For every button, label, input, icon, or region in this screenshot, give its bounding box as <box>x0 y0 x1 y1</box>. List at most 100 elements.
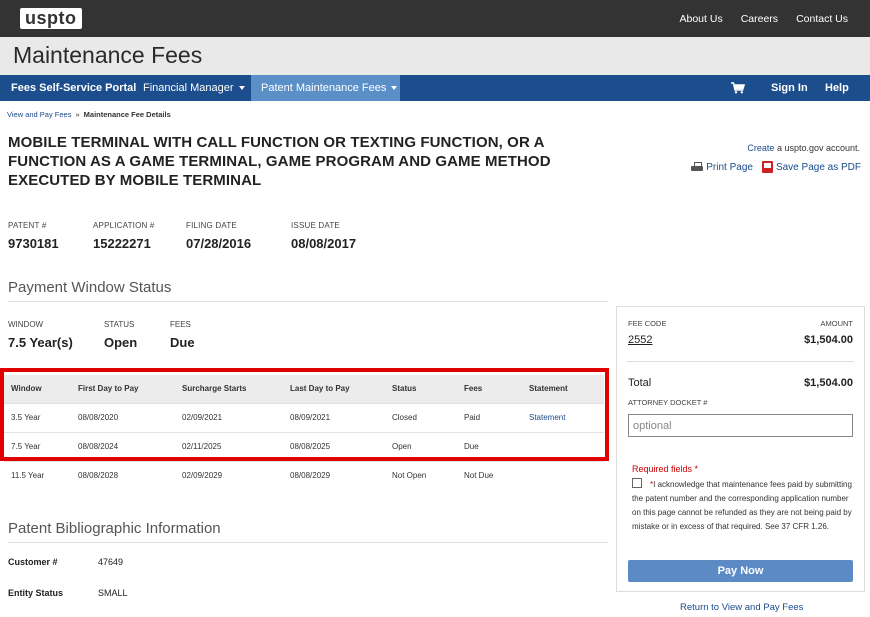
application-number-field: APPLICATION # 15222271 <box>93 221 155 251</box>
contact-us-link[interactable]: Contact Us <box>796 13 848 25</box>
table-cell: 11.5 Year <box>4 460 74 490</box>
table-cell: Paid <box>460 402 525 432</box>
table-cell: Open <box>388 431 460 461</box>
careers-link[interactable]: Careers <box>741 13 778 25</box>
biblio-heading: Patent Bibliographic Information <box>8 520 221 537</box>
required-fields-note: Required fields * <box>632 464 699 474</box>
table-header-row: Window First Day to Pay Surcharge Starts… <box>4 375 604 403</box>
table-cell: 08/08/2025 <box>286 431 388 461</box>
customer-number-label: Customer # <box>8 557 58 567</box>
nav-patent-maintenance-fees[interactable]: Patent Maintenance Fees <box>251 75 400 101</box>
table-cell: 08/08/2028 <box>74 460 178 490</box>
field-label: APPLICATION # <box>93 221 155 230</box>
table-cell: 02/09/2021 <box>178 402 286 432</box>
acknowledge-checkbox[interactable] <box>632 478 642 488</box>
payment-window-table: Window First Day to Pay Surcharge Starts… <box>4 375 604 490</box>
column-header: First Day to Pay <box>74 375 178 403</box>
print-page-link[interactable]: Print Page <box>691 161 753 173</box>
divider <box>8 542 608 543</box>
return-view-pay-fees-link[interactable]: Return to View and Pay Fees <box>680 602 803 613</box>
issue-date-value: 08/08/2017 <box>291 236 357 251</box>
uspto-logo[interactable]: uspto <box>20 8 82 29</box>
amount-label: AMOUNT <box>820 319 854 328</box>
nav-financial-manager[interactable]: Financial Manager <box>143 75 245 101</box>
create-account-link[interactable]: Create <box>747 143 774 153</box>
field-label: PATENT # <box>8 221 47 230</box>
chevron-down-icon <box>391 86 398 91</box>
patent-number-field: PATENT # 9730181 <box>8 221 59 251</box>
printer-icon <box>691 161 704 173</box>
table-row: 7.5 Year 08/08/2024 02/11/2025 08/08/202… <box>4 431 604 461</box>
statement-link[interactable]: Statement <box>529 413 565 422</box>
save-pdf-link[interactable]: Save Page as PDF <box>761 161 861 173</box>
payment-panel: FEE CODE AMOUNT 2552 $1,504.00 Total $1,… <box>616 306 865 592</box>
fees-value: Due <box>170 335 195 350</box>
issue-date-field: ISSUE DATE 08/08/2017 <box>291 221 356 251</box>
table-cell: 02/11/2025 <box>178 431 286 461</box>
table-cell: Statement <box>525 402 604 432</box>
table-cell: 08/08/2020 <box>74 402 178 432</box>
top-bar: uspto About Us Careers Contact Us <box>0 0 870 37</box>
table-cell: Due <box>460 431 525 461</box>
acknowledgement-body: I acknowledge that maintenance fees paid… <box>632 480 852 531</box>
table-cell: Closed <box>388 402 460 432</box>
breadcrumb-current: Maintenance Fee Details <box>83 110 171 119</box>
table-cell: 3.5 Year <box>4 402 74 432</box>
application-number-value: 15222271 <box>93 236 151 251</box>
pdf-icon <box>761 161 773 173</box>
field-label: FILING DATE <box>186 221 237 230</box>
shopping-cart-icon <box>731 82 746 94</box>
attorney-docket-label: ATTORNEY DOCKET # <box>628 398 708 407</box>
table-cell: 08/08/2024 <box>74 431 178 461</box>
table-cell: 02/09/2029 <box>178 460 286 490</box>
entity-status-row: Entity Status SMALL <box>8 588 128 598</box>
create-account-suffix: a uspto.gov account. <box>776 143 860 153</box>
save-pdf-label: Save Page as PDF <box>775 161 861 173</box>
customer-number-value: 47649 <box>98 557 124 567</box>
about-us-link[interactable]: About Us <box>680 13 723 25</box>
divider <box>627 361 854 362</box>
summary-label: WINDOW <box>8 320 44 329</box>
column-header: Fees <box>460 375 525 403</box>
summary-label: FEES <box>170 320 191 329</box>
total-amount: $1,504.00 <box>804 377 853 389</box>
window-summary: WINDOW 7.5 Year(s) <box>8 320 73 350</box>
customer-number-row: Customer # 47649 <box>8 557 123 567</box>
breadcrumb-separator: » <box>75 110 80 119</box>
table-cell <box>525 431 604 461</box>
chevron-down-icon <box>238 86 245 91</box>
fees-summary: FEES Due <box>170 320 195 350</box>
document-links: Print Page Save Page as PDF <box>691 161 861 173</box>
column-header: Statement <box>525 375 604 403</box>
column-header: Status <box>388 375 460 403</box>
breadcrumb: View and Pay Fees » Maintenance Fee Detail… <box>7 110 171 119</box>
summary-label: STATUS <box>104 320 135 329</box>
fee-code-label: FEE CODE <box>628 319 667 328</box>
patent-title: MOBILE TERMINAL WITH CALL FUNCTION OR TE… <box>8 134 551 190</box>
window-value: 7.5 Year(s) <box>8 335 73 350</box>
attorney-docket-input[interactable] <box>628 414 853 437</box>
sign-in-link[interactable]: Sign In <box>771 75 808 101</box>
table-cell: Not Open <box>388 460 460 490</box>
pay-now-button[interactable]: Pay Now <box>628 560 853 582</box>
print-page-label: Print Page <box>706 161 753 173</box>
entity-status-value: SMALL <box>98 588 128 598</box>
fee-code-link[interactable]: 2552 <box>628 334 652 346</box>
entity-status-label: Entity Status <box>8 588 64 598</box>
patent-number-value: 9730181 <box>8 236 59 251</box>
nav-fees-portal[interactable]: Fees Self-Service Portal <box>11 75 136 101</box>
total-label: Total <box>628 377 652 389</box>
column-header: Window <box>4 375 74 403</box>
table-cell <box>525 460 604 490</box>
help-link[interactable]: Help <box>825 75 849 101</box>
table-cell: 08/08/2029 <box>286 460 388 490</box>
filing-date-field: FILING DATE 07/28/2016 <box>186 221 251 251</box>
breadcrumb-view-pay-fees[interactable]: View and Pay Fees <box>7 110 71 119</box>
top-links: About Us Careers Contact Us <box>680 0 849 37</box>
table-cell: 08/09/2021 <box>286 402 388 432</box>
cart-button[interactable] <box>731 75 746 101</box>
nav-patent-maintenance-fees-label: Patent Maintenance Fees <box>261 82 387 94</box>
divider <box>8 301 608 302</box>
table-row: 11.5 Year 08/08/2028 02/09/2029 08/08/20… <box>4 460 604 490</box>
title-bar: Maintenance Fees <box>0 37 870 75</box>
